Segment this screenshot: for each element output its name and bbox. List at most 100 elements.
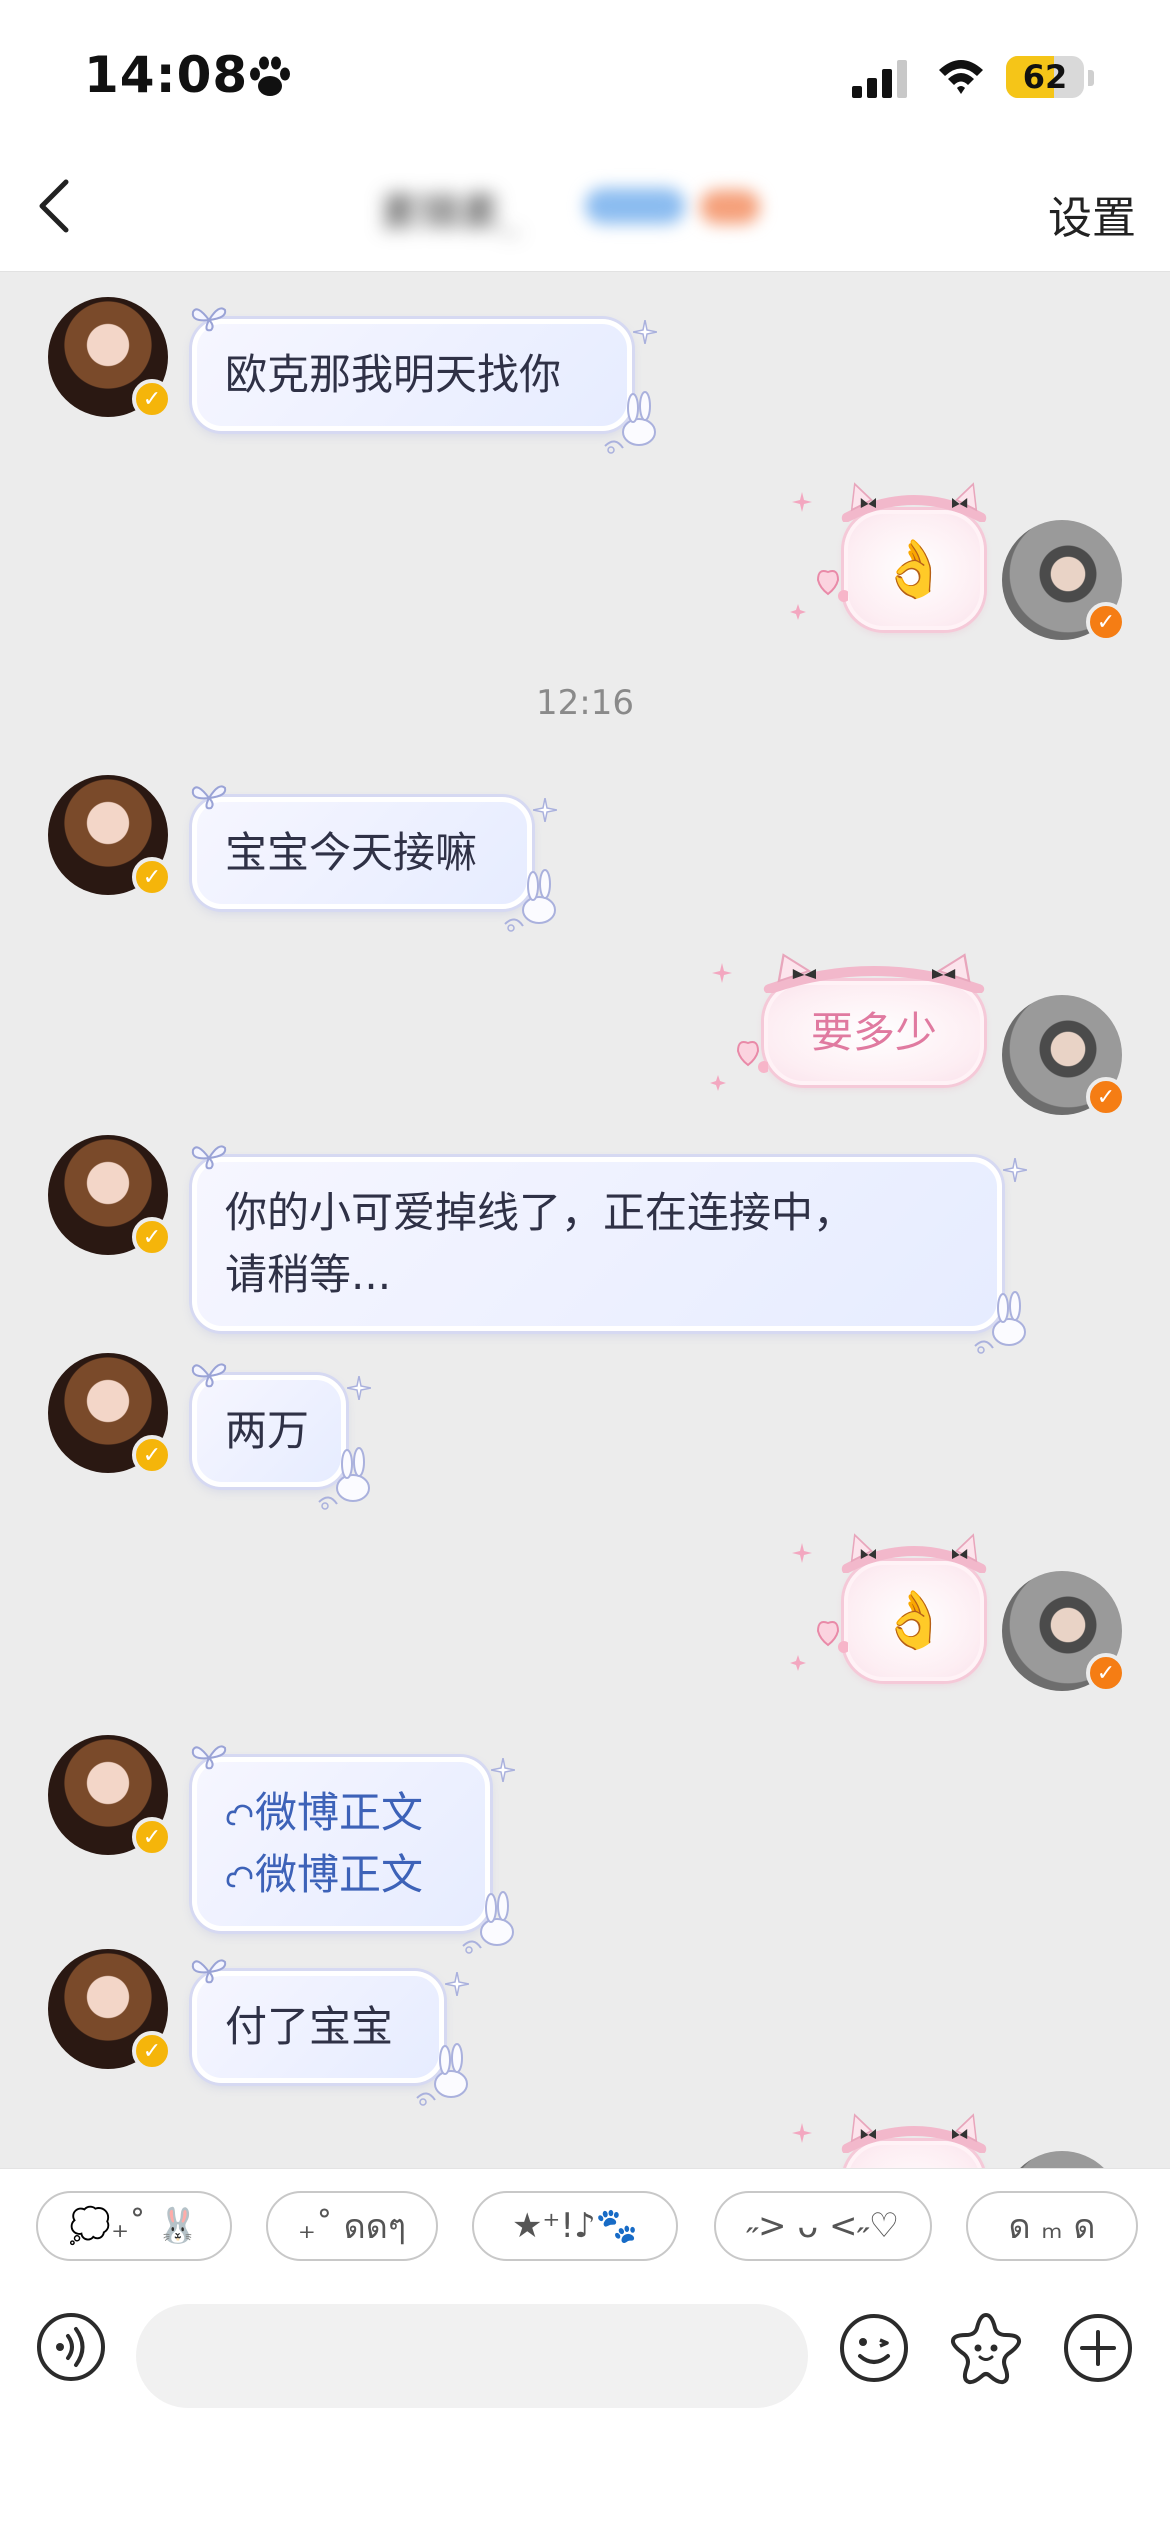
my-avatar[interactable]: ✓	[1002, 2151, 1122, 2168]
contact-avatar[interactable]: ✓	[48, 1353, 172, 1475]
message-text: 付了宝宝	[225, 2002, 394, 2051]
verified-badge-icon: ✓	[1086, 1077, 1126, 1117]
message-text-line: 请稍等...	[225, 1244, 969, 1306]
message-text: 微博正文	[255, 1788, 424, 1837]
bunny-icon	[462, 1891, 514, 1954]
chevron-left-icon[interactable]	[30, 174, 78, 238]
contact-avatar[interactable]: ✓	[48, 297, 172, 419]
paw-icon	[250, 56, 290, 96]
contact-avatar[interactable]: ✓	[48, 1735, 172, 1857]
cat-ears-headband-icon	[841, 2113, 987, 2153]
received-message-bubble[interactable]: 付了宝宝	[191, 1959, 469, 2106]
sparkle-icon	[347, 1376, 371, 1400]
star-face-icon[interactable]	[948, 2310, 1024, 2386]
ok-hand-icon: 👌	[879, 537, 949, 602]
sparkle-icon	[533, 798, 557, 822]
message-text: 欧克那我明天找你	[225, 350, 562, 399]
ok-hand-icon: 👌	[879, 1588, 949, 1653]
quick-reply-chip[interactable]: ₊˚ ดดๆ	[266, 2191, 438, 2261]
battery-level: 62	[1022, 58, 1068, 96]
status-bar: 14:08 62	[0, 0, 1170, 150]
butterfly-icon	[191, 1145, 227, 1170]
cat-ears-headband-icon	[841, 482, 987, 522]
my-avatar[interactable]: ✓	[1002, 520, 1126, 642]
chat-nav-bar: 素锦素_ 设置	[0, 150, 1170, 272]
title-blurred-badge	[585, 188, 685, 224]
bunny-icon	[974, 1291, 1026, 1354]
weibo-cloud-icon	[226, 1804, 253, 1826]
settings-button[interactable]: 设置	[1048, 182, 1136, 246]
quick-reply-bar: 💭₊˚ 🐰 ₊˚ ดดๆ ★⁺!♪🐾 ˶> ᴗ <˶♡ ด ₘ ด	[0, 2168, 1170, 2278]
plus-circle-icon[interactable]	[1062, 2312, 1134, 2384]
contact-avatar[interactable]: ✓	[48, 775, 172, 897]
sticker-message-bubble[interactable]: 👌	[792, 2113, 987, 2168]
heart-icon	[792, 2123, 812, 2143]
verified-badge-icon: ✓	[132, 2031, 172, 2071]
cat-ears-headband-icon	[763, 953, 985, 993]
message-text: 宝宝今天接嘛	[225, 828, 478, 877]
verified-badge-icon: ✓	[132, 1435, 172, 1475]
message-text: 两万	[225, 1406, 310, 1455]
sent-message-bubble[interactable]: 要多少	[710, 953, 985, 1091]
quick-reply-chip[interactable]: ★⁺!♪🐾	[472, 2191, 678, 2261]
message-text: 请稍等...	[225, 1250, 392, 1299]
weibo-post-link[interactable]: 微博正文	[225, 1782, 457, 1844]
heart-icon	[710, 963, 768, 1091]
verified-badge-icon: ✓	[1086, 1653, 1126, 1693]
battery-cap	[1088, 70, 1094, 86]
received-message-bubble[interactable]: 两万	[191, 1363, 371, 1510]
verified-badge-icon: ✓	[132, 857, 172, 897]
sticker-message-bubble[interactable]: 👌	[790, 1533, 987, 1681]
my-avatar[interactable]: ✓	[1002, 995, 1126, 1117]
bunny-icon	[416, 2043, 468, 2106]
chat-timestamp: 12:16	[536, 683, 634, 723]
contact-avatar[interactable]: ✓	[48, 1135, 172, 1257]
avatar-photo	[1002, 2151, 1122, 2168]
voice-icon[interactable]	[36, 2312, 106, 2382]
battery-indicator: 62	[1006, 56, 1084, 98]
verified-badge-icon: ✓	[132, 1217, 172, 1257]
contact-avatar[interactable]: ✓	[48, 1949, 172, 2071]
status-time: 14:08	[84, 46, 249, 104]
sticker-message-bubble[interactable]: 👌	[790, 482, 987, 630]
butterfly-icon	[191, 1363, 227, 1388]
sparkle-icon	[491, 1758, 515, 1782]
message-text-line: 你的小可爱掉线了，正在连接中，	[225, 1182, 969, 1244]
heart-icon	[790, 1543, 848, 1671]
quick-reply-chip[interactable]: ด ₘ ด	[966, 2191, 1138, 2261]
message-text: 要多少	[810, 1008, 937, 1057]
received-message-bubble[interactable]: 你的小可爱掉线了，正在连接中， 请稍等...	[191, 1145, 1027, 1354]
verified-badge-icon: ✓	[132, 379, 172, 419]
sparkle-icon	[445, 1972, 469, 1996]
received-message-bubble[interactable]: 欧克那我明天找你	[191, 307, 657, 454]
quick-reply-chip[interactable]: ˶> ᴗ <˶♡	[714, 2191, 932, 2261]
butterfly-icon	[191, 1745, 227, 1770]
chat-message-list[interactable]: ✓ 欧克那我明天找你 ✓ 👌 12:16 ✓ 宝宝今天接嘛 ✓ 要多少 ✓ 你的小可爱掉线了，正在连…	[0, 273, 1170, 2168]
sparkle-icon	[1003, 1158, 1027, 1182]
heart-icon	[790, 492, 848, 620]
title-blurred-icon	[700, 190, 760, 224]
wifi-icon	[939, 60, 983, 94]
weibo-cloud-icon	[226, 1866, 253, 1888]
bunny-icon	[504, 869, 556, 932]
quick-reply-chip[interactable]: 💭₊˚ 🐰	[36, 2191, 232, 2261]
link-message-bubble[interactable]: 微博正文 微博正文	[191, 1745, 515, 1954]
butterfly-icon	[191, 1959, 227, 1984]
bunny-icon	[604, 391, 656, 454]
message-text: 你的小可爱掉线了，正在连接中，	[225, 1188, 856, 1237]
cellular-signal-icon	[852, 60, 907, 98]
butterfly-icon	[191, 307, 227, 332]
sparkle-icon	[633, 320, 657, 344]
verified-badge-icon: ✓	[1086, 602, 1126, 642]
smiley-icon[interactable]	[838, 2312, 910, 2384]
message-input-bar	[0, 2278, 1170, 2532]
my-avatar[interactable]: ✓	[1002, 1571, 1126, 1693]
cat-ears-headband-icon	[841, 1533, 987, 1573]
received-message-bubble[interactable]: 宝宝今天接嘛	[191, 785, 557, 932]
weibo-post-link[interactable]: 微博正文	[225, 1844, 457, 1906]
butterfly-icon	[191, 785, 227, 810]
verified-badge-icon: ✓	[132, 1817, 172, 1857]
message-text: 微博正文	[255, 1850, 424, 1899]
bunny-icon	[318, 1447, 370, 1510]
message-input[interactable]	[136, 2304, 808, 2408]
